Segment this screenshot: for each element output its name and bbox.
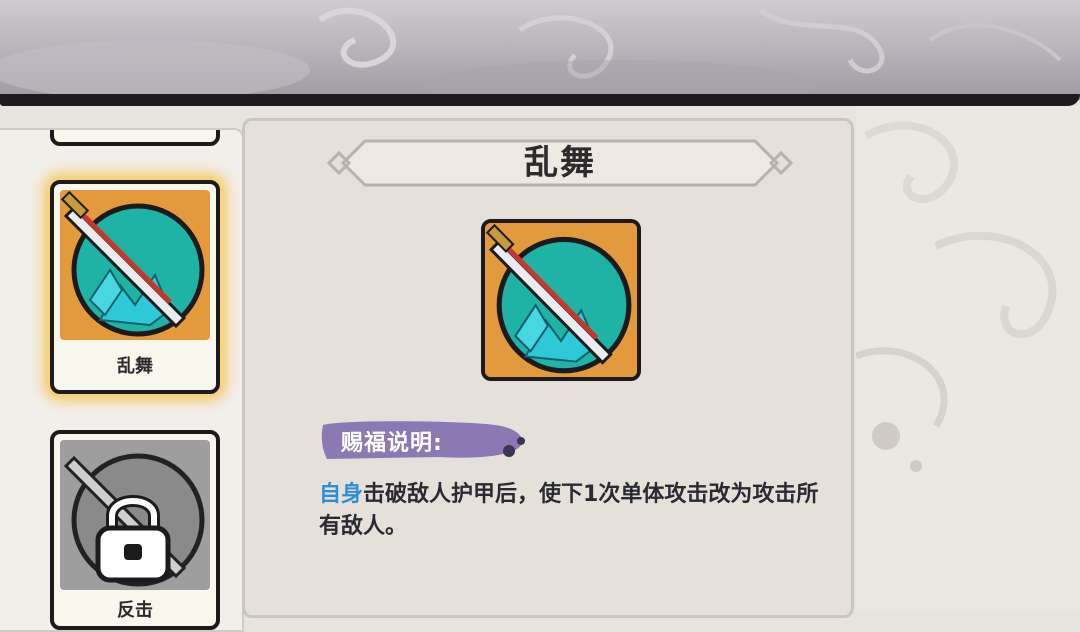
- skill-list-panel[interactable]: 乱舞 反击: [0, 128, 244, 632]
- description-text: 击破敌人护甲后，使下1次单体攻击改为攻击所有敌人。: [319, 482, 819, 539]
- section-tag: 赐福说明:: [319, 417, 529, 465]
- sword-skill-icon: [60, 190, 210, 340]
- section-label: 赐福说明:: [341, 431, 443, 456]
- skill-card-label: 乱舞: [117, 356, 153, 377]
- skill-title: 乱舞: [524, 143, 596, 183]
- top-ink-banner: [0, 0, 1080, 100]
- skill-card-selected[interactable]: 乱舞: [50, 180, 220, 394]
- banner-border: [0, 94, 1080, 106]
- skill-card-label: 反击: [117, 600, 153, 621]
- background-scenery: [856, 106, 1080, 609]
- lock-icon: [90, 490, 176, 586]
- skill-detail-panel: 乱舞 赐福说明: 自身击破敌人护甲后，使下1次单体攻击改为攻击所有敌人。: [242, 118, 854, 618]
- skill-card-locked[interactable]: 反击: [50, 430, 220, 630]
- skill-description: 自身击破敌人护甲后，使下1次单体攻击改为攻击所有敌人。: [319, 479, 819, 543]
- description-keyword: 自身: [319, 482, 364, 507]
- sword-skill-icon: [481, 219, 641, 381]
- title-banner: 乱舞: [325, 135, 795, 191]
- skill-card-partial[interactable]: [50, 130, 220, 146]
